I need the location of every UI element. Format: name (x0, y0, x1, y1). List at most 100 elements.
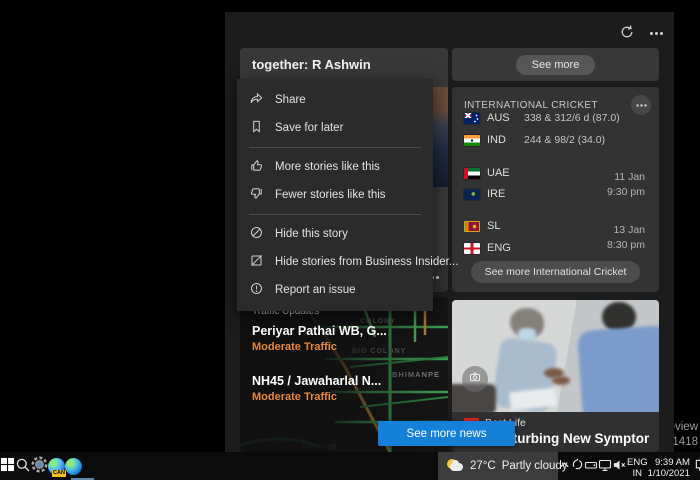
settings-gear-icon (31, 456, 48, 476)
bookmark-icon (249, 119, 264, 137)
start-button[interactable] (0, 452, 15, 480)
pen-tablet-icon (584, 458, 598, 475)
language-line: ENG (627, 457, 648, 468)
weather-taskbar-button[interactable]: 27°C Partly cloudy (438, 452, 558, 480)
traffic-status: Moderate Traffic (252, 391, 387, 403)
match-date: 11 Jan (607, 170, 645, 185)
camera-icon (468, 370, 482, 389)
team-row: SL (464, 220, 517, 232)
tray-display-button[interactable] (598, 452, 612, 480)
match-datetime: 11 Jan 9:30 pm (607, 170, 645, 200)
team-row: ENG (464, 242, 517, 254)
see-more-news-button[interactable]: See more news (378, 421, 515, 446)
see-more-cricket-button[interactable]: See more International Cricket (471, 261, 641, 283)
settings-button[interactable] (31, 452, 48, 480)
match-datetime: 13 Jan 8:30 pm (607, 223, 645, 253)
team-code: IND (487, 134, 517, 146)
traffic-status: Moderate Traffic (252, 341, 387, 353)
flag-sl (464, 221, 480, 232)
more-icon (655, 32, 658, 35)
photo-figure (577, 325, 659, 412)
menu-item-label: Hide this story (275, 228, 348, 240)
tray-pen-tablet-button[interactable] (584, 452, 598, 480)
flag-uae (464, 168, 480, 179)
hidden-icons-button[interactable] (558, 452, 571, 480)
menu-item-label: Report an issue (275, 284, 356, 296)
menu-item-save-for-later[interactable]: Save for later (237, 114, 433, 142)
volume-button[interactable] (612, 452, 627, 480)
language-indicator[interactable]: ENG IN (627, 452, 648, 480)
story-context-menu: Share Save for later More stories like t… (237, 79, 433, 311)
traffic-headline: NH45 / Jawaharlal N... (252, 374, 387, 388)
menu-item-hide-source[interactable]: Hide stories from Business Insider... (237, 248, 433, 276)
menu-item-hide-story[interactable]: Hide this story (237, 220, 433, 248)
team-row: UAE (464, 167, 517, 179)
camera-badge (462, 366, 488, 392)
see-more-button[interactable]: See more (516, 55, 596, 75)
story-photo (452, 300, 659, 412)
refresh-button[interactable] (617, 22, 637, 45)
team-code: AUS (487, 112, 517, 124)
news-interests-flyout: together: R Ashwin Like (225, 12, 674, 452)
flag-ind (464, 135, 480, 146)
flag-aus (464, 113, 480, 124)
team-row: AUS 338 & 312/6 d (87.0) (464, 112, 620, 124)
weather-icon (446, 459, 464, 473)
menu-item-label: Save for later (275, 122, 343, 134)
cricket-more-button[interactable] (631, 95, 651, 115)
search-icon (15, 457, 31, 476)
cricket-card: INTERNATIONAL CRICKET AUS 338 & 312/6 d … (452, 87, 659, 292)
display-icon (598, 458, 612, 475)
flyout-more-button[interactable] (653, 30, 660, 37)
team-score: 338 & 312/6 d (87.0) (524, 112, 620, 124)
menu-item-more-stories[interactable]: More stories like this (237, 153, 433, 181)
flag-eng (464, 243, 480, 254)
edge-button[interactable] (65, 452, 82, 480)
match-date: 13 Jan (607, 223, 645, 238)
clock-time: 9:39 AM (648, 457, 690, 468)
action-center-button[interactable] (694, 452, 700, 480)
menu-item-label: More stories like this (275, 161, 380, 173)
match-time: 8:30 pm (607, 238, 645, 253)
chevron-up-icon (558, 458, 571, 474)
language-line: IN (627, 468, 648, 479)
match-time: 9:30 pm (607, 185, 645, 200)
flag-ire (464, 189, 480, 200)
team-code: SL (487, 220, 517, 232)
taskbar-search-button[interactable] (15, 452, 31, 480)
story-title: together: R Ashwin (240, 48, 448, 72)
menu-divider (249, 147, 421, 148)
flyout-topbar (617, 22, 660, 45)
traffic-text: Traffic Updates Periyar Pathai WB, G... … (252, 306, 387, 403)
team-code: IRE (487, 188, 517, 200)
menu-item-label: Fewer stories like this (275, 189, 386, 201)
more-icon (640, 104, 642, 106)
taskbar: CAN 27°C Partly cloudy EN (0, 452, 700, 480)
thumb-down-icon (249, 186, 264, 204)
hide-source-icon (249, 253, 264, 271)
weather-temp: 27°C (470, 460, 496, 472)
clock-date: 1/10/2021 (648, 468, 690, 479)
menu-item-report-issue[interactable]: Report an issue (237, 276, 433, 304)
block-icon (249, 225, 264, 243)
photo-figure (509, 388, 557, 411)
cricket-title: INTERNATIONAL CRICKET (464, 100, 598, 111)
team-row: IND 244 & 98/2 (34.0) (464, 134, 605, 146)
team-score: 244 & 98/2 (34.0) (524, 134, 605, 146)
cricket-header: INTERNATIONAL CRICKET (452, 87, 659, 115)
sync-circle-icon (571, 458, 584, 474)
edge-canary-button[interactable]: CAN (48, 452, 65, 480)
refresh-icon (619, 24, 635, 43)
team-row: IRE (464, 188, 517, 200)
taskbar-clock[interactable]: 9:39 AM 1/10/2021 (648, 452, 692, 480)
menu-item-label: Hide stories from Business Insider... (275, 256, 458, 268)
menu-item-share[interactable]: Share (237, 86, 433, 114)
menu-divider (249, 214, 421, 215)
tray-sync-button[interactable] (571, 452, 584, 480)
volume-muted-icon (612, 458, 627, 475)
photo-figure (552, 376, 570, 385)
see-more-card: See more (452, 48, 659, 81)
menu-item-fewer-stories[interactable]: Fewer stories like this (237, 181, 433, 209)
team-code: ENG (487, 242, 517, 254)
story-image (433, 87, 448, 187)
